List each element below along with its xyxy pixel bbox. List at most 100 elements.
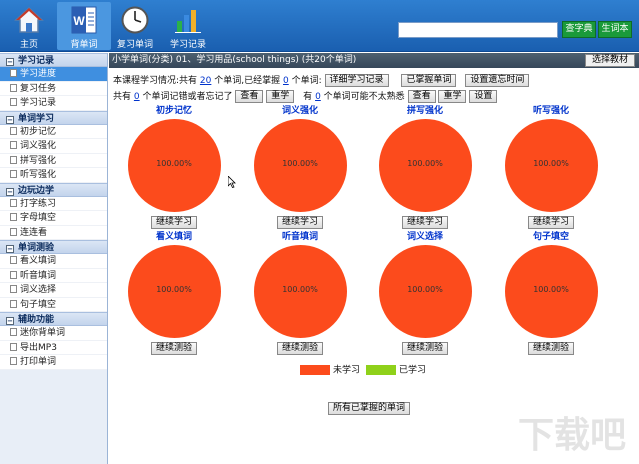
item-label: 看义填词 [20, 256, 57, 266]
mastered-count[interactable]: 0 [283, 76, 289, 86]
svg-text:W: W [73, 14, 85, 28]
progress-pie: 100.00% [127, 245, 221, 338]
continue-learning-button[interactable]: 继续学习 [150, 216, 197, 229]
document-icon [10, 141, 17, 149]
view-unfamiliar-button[interactable]: 查看 [407, 90, 436, 103]
sidebar-item-initial-memory[interactable]: 初步记忆 [0, 124, 107, 139]
forgot-count[interactable]: 0 [134, 92, 140, 102]
sidebar-item-sentence-fill[interactable]: 句子填空 [0, 297, 107, 312]
sidebar-item-match-game[interactable]: 连连看 [0, 225, 107, 240]
sidebar-section-records[interactable]: − 学习记录 [0, 53, 107, 67]
sidebar-item-export-mp3[interactable]: 导出MP3 [0, 340, 107, 355]
sidebar-item-meaning-drill[interactable]: 词义强化 [0, 139, 107, 154]
item-label: 打字练习 [20, 198, 57, 209]
progress-card-dictation-drill: 听写强化 100.00% 继续学习 [504, 105, 598, 229]
card-title: 看义填词 [155, 232, 192, 242]
choose-textbook-button[interactable]: 选择教材 [584, 54, 635, 67]
view-forgot-button[interactable]: 查看 [235, 90, 264, 103]
collapse-icon: − [6, 58, 14, 66]
document-icon [10, 270, 17, 279]
sidebar-item-print[interactable]: 打印单词 [0, 355, 107, 370]
status-row-2: 共有 0 个单词记错或者忘记了 查看 重学 有 0 个单词可能不太熟悉 查看 重… [113, 89, 498, 103]
sidebar-section-tools[interactable]: − 辅助功能 [0, 312, 107, 326]
status-text: 共有 [113, 92, 132, 102]
wordbook-button[interactable]: 生词本 [598, 21, 632, 38]
sidebar-item-review-tasks[interactable]: 复习任务 [0, 81, 107, 96]
progress-pie: 100.00% [253, 119, 347, 212]
section-title: 边玩边学 [18, 185, 55, 196]
section-title: 单词测验 [18, 243, 55, 253]
sidebar-item-spelling-drill[interactable]: 拼写强化 [0, 153, 107, 168]
dictionary-button[interactable]: 查字典 [562, 21, 596, 38]
memorize-tool[interactable]: W 背单词 [57, 2, 111, 50]
sidebar-item-study-records[interactable]: 学习记录 [0, 96, 107, 111]
card-title: 听音填词 [281, 232, 318, 242]
main-panel: 小学单词(分类) 01、学习用品(school things) (共20个单词)… [109, 53, 639, 464]
relearn-unfamiliar-button[interactable]: 重学 [438, 90, 467, 103]
continue-learning-button[interactable]: 继续学习 [276, 216, 323, 229]
document-icon [10, 198, 17, 207]
card-title: 听写强化 [532, 106, 569, 116]
records-tool[interactable]: 学习记录 [161, 2, 215, 50]
item-label: 连连看 [20, 227, 48, 238]
word-icon: W [71, 6, 97, 34]
document-icon [10, 328, 17, 336]
pie-percent: 100.00% [282, 285, 318, 294]
continue-test-button[interactable]: 继续测验 [527, 342, 574, 355]
relearn-forgot-button[interactable]: 重学 [266, 90, 295, 103]
review-tool[interactable]: 复习单词 [108, 2, 162, 50]
section-title: 单词学习 [18, 113, 55, 124]
document-icon [10, 342, 17, 351]
status-row-1: 本课程学习情况:共有 20 个单词,已经掌握 0 个单词: 详细学习记录 已掌握… [113, 73, 530, 87]
sidebar-item-typing[interactable]: 打字练习 [0, 196, 107, 211]
pie-percent: 100.00% [533, 159, 569, 168]
sidebar-item-letter-fill[interactable]: 字母填空 [0, 211, 107, 226]
detail-records-button[interactable]: 详细学习记录 [324, 74, 389, 87]
settings-button[interactable]: 设置 [469, 90, 498, 103]
sidebar-section-games[interactable]: − 边玩边学 [0, 182, 107, 197]
learned-swatch [366, 365, 396, 375]
item-label: 词义强化 [20, 141, 57, 151]
continue-test-button[interactable]: 继续测验 [150, 342, 197, 355]
sidebar-section-tests[interactable]: − 单词测验 [0, 240, 107, 254]
continue-test-button[interactable]: 继续测验 [401, 342, 448, 355]
sidebar-item-audio-fill[interactable]: 听音填词 [0, 268, 107, 283]
continue-learning-button[interactable]: 继续学习 [527, 216, 574, 229]
document-icon [10, 69, 17, 77]
sidebar-section-learning[interactable]: − 单词学习 [0, 110, 107, 125]
card-title: 词义选择 [406, 232, 443, 242]
continue-test-button[interactable]: 继续测验 [276, 342, 323, 355]
mastered-words-button[interactable]: 已掌握单词 [401, 74, 457, 87]
progress-card-meaning-choice: 词义选择 100.00% 继续测验 [378, 231, 472, 355]
unfamiliar-count[interactable]: 0 [315, 92, 321, 102]
search-input[interactable] [398, 22, 558, 38]
item-label: 拼写强化 [20, 155, 57, 166]
sidebar-item-meaning-choice[interactable]: 词义选择 [0, 283, 107, 298]
home-icon [14, 6, 44, 33]
legend-unlearned: 未学习 [300, 365, 360, 377]
collapse-icon: − [6, 187, 14, 196]
home-tool[interactable]: 主页 [2, 2, 56, 50]
total-count[interactable]: 20 [200, 76, 211, 86]
records-label: 学习记录 [169, 40, 206, 50]
item-label: 听音填词 [20, 270, 57, 281]
sidebar-item-progress[interactable]: 学习进度 [0, 67, 107, 82]
all-mastered-words-button[interactable]: 所有已掌握的单词 [328, 402, 411, 415]
progress-card-sentence-fill: 句子填空 100.00% 继续测验 [504, 231, 598, 355]
collapse-icon: − [6, 245, 14, 253]
status-text: 个单词,已经掌握 [214, 76, 281, 86]
sidebar-item-mini[interactable]: 迷你背单词 [0, 326, 107, 341]
continue-learning-button[interactable]: 继续学习 [401, 216, 448, 229]
memorize-label: 背单词 [70, 40, 98, 50]
forget-time-button[interactable]: 设置遗忘时间 [465, 74, 530, 87]
item-label: 学习记录 [20, 98, 57, 108]
sidebar-item-dictation-drill[interactable]: 听写强化 [0, 168, 107, 183]
progress-pie: 100.00% [504, 245, 598, 338]
bar-chart-icon [175, 10, 201, 33]
item-label: 打印单词 [20, 357, 57, 367]
sidebar-item-meaning-fill[interactable]: 看义填词 [0, 254, 107, 269]
pie-percent: 100.00% [407, 159, 443, 168]
sidebar: − 学习记录 学习进度 复习任务 学习记录 − 单词学习 初步记忆 词义强化 拼写强… [0, 53, 108, 464]
progress-pie: 100.00% [504, 119, 598, 212]
status-text: 个单词: [291, 76, 322, 86]
